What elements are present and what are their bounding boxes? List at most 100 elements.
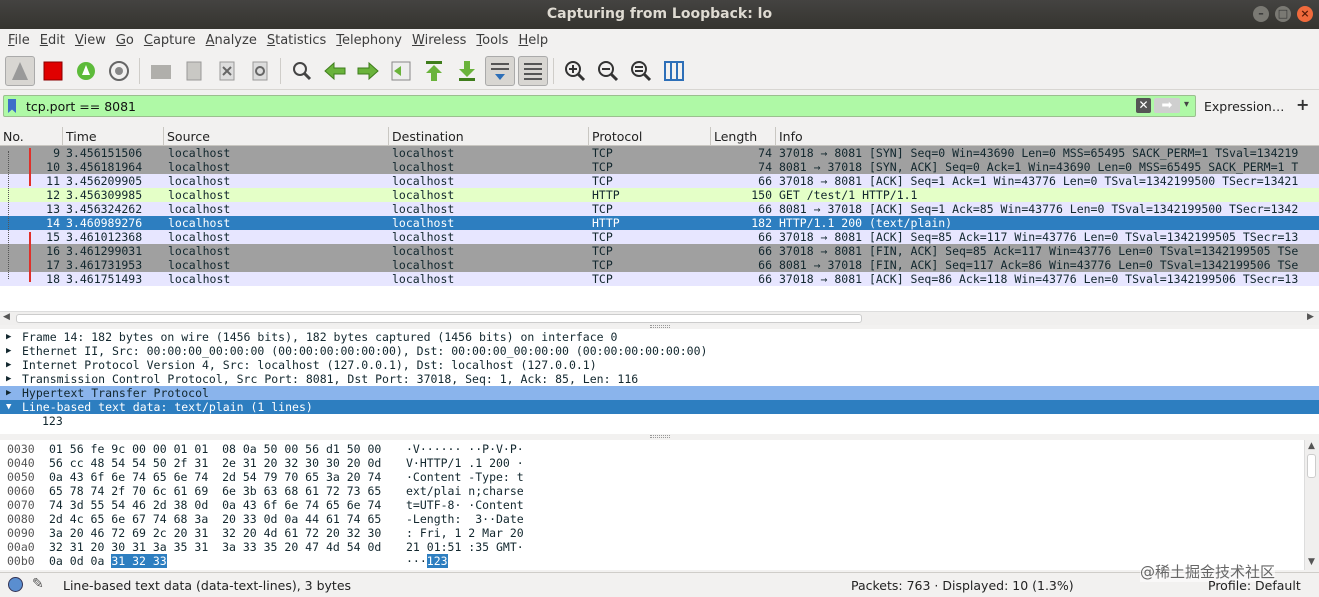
ascii-bytes[interactable]: ext/plai n;charse [406, 484, 524, 498]
detail-tree-item[interactable]: 123 [0, 414, 1319, 428]
expert-info-icon[interactable] [8, 577, 23, 592]
menu-go[interactable]: Go [111, 33, 139, 48]
resize-columns-icon[interactable] [659, 56, 689, 86]
bytes-vscrollbar[interactable]: ▲ ▼ [1304, 440, 1319, 570]
last-packet-icon[interactable] [452, 56, 482, 86]
menu-statistics[interactable]: Statistics [262, 33, 331, 48]
collapsed-arrow-icon[interactable]: ▶ [6, 358, 11, 372]
packet-row[interactable]: 11 3.456209905 localhost localhost TCP 66 3701… [0, 174, 1319, 188]
collapsed-arrow-icon[interactable]: ▶ [6, 372, 11, 386]
ascii-bytes[interactable]: 21 01:51 :35 GMT· [406, 540, 524, 554]
col-divider[interactable] [588, 127, 589, 146]
go-forward-icon[interactable] [353, 56, 383, 86]
hex-bytes[interactable]: 0a 43 6f 6e 74 65 6e 74 2d 54 79 70 65 3… [49, 470, 381, 484]
packet-row[interactable]: 16 3.461299031 localhost localhost TCP 66 3701… [0, 244, 1319, 258]
menu-tools[interactable]: Tools [471, 33, 513, 48]
ascii-bytes[interactable]: ·V······ ··P·V·P· [406, 442, 524, 456]
menu-wireless[interactable]: Wireless [407, 33, 471, 48]
collapsed-arrow-icon[interactable]: ▶ [6, 330, 11, 344]
display-filter-input[interactable]: tcp.port == 8081 ✕ ➡ ▾ [3, 95, 1196, 117]
hex-bytes[interactable]: 0a 0d 0a 31 32 33 [49, 554, 167, 568]
zoom-in-icon[interactable] [560, 56, 590, 86]
go-to-packet-icon[interactable] [386, 56, 416, 86]
ascii-bytes[interactable]: ·Content -Type: t [406, 470, 524, 484]
stop-capture-icon[interactable] [38, 56, 68, 86]
detail-tree-item[interactable]: ▶ Frame 14: 182 bytes on wire (1456 bits)… [0, 330, 1319, 344]
colorize-icon[interactable] [517, 55, 548, 86]
menu-analyze[interactable]: Analyze [201, 33, 262, 48]
detail-tree-item[interactable]: ▶ Internet Protocol Version 4, Src: local… [0, 358, 1319, 372]
autoscroll-icon[interactable] [484, 55, 515, 86]
restart-capture-icon[interactable] [71, 56, 101, 86]
collapsed-arrow-icon[interactable]: ▶ [6, 386, 11, 400]
col-destination[interactable]: Destination [392, 129, 464, 144]
scroll-thumb[interactable] [1307, 454, 1316, 478]
detail-tree-item[interactable]: ▶ Transmission Control Protocol, Src Port… [0, 372, 1319, 386]
col-divider[interactable] [710, 127, 711, 146]
col-length[interactable]: Length [714, 129, 757, 144]
expanded-arrow-icon[interactable]: ▼ [6, 400, 11, 414]
col-protocol[interactable]: Protocol [592, 129, 642, 144]
open-file-icon[interactable] [146, 56, 176, 86]
zoom-normal-icon[interactable] [626, 56, 656, 86]
col-divider[interactable] [388, 127, 389, 146]
hex-bytes[interactable]: 3a 20 46 72 69 2c 20 31 32 20 4d 61 72 2… [49, 526, 381, 540]
capture-comment-icon[interactable]: ✎ [32, 576, 44, 592]
minimize-icon[interactable]: – [1253, 6, 1269, 22]
reload-file-icon[interactable] [245, 56, 275, 86]
col-divider[interactable] [163, 127, 164, 146]
bookmark-icon[interactable] [8, 99, 16, 113]
packet-row[interactable]: 10 3.456181964 localhost localhost TCP 74 8081… [0, 160, 1319, 174]
start-capture-icon[interactable] [4, 55, 35, 86]
menu-edit[interactable]: Edit [35, 33, 70, 48]
detail-tree-item[interactable]: ▼ Line-based text data: text/plain (1 lin… [0, 400, 1319, 414]
hex-bytes[interactable]: 74 3d 55 54 46 2d 38 0d 0a 43 6f 6e 74 6… [49, 498, 381, 512]
packet-row[interactable]: 18 3.461751493 localhost localhost TCP 66 3701… [0, 272, 1319, 286]
find-packet-icon[interactable] [287, 56, 317, 86]
packet-bytes-pane[interactable]: 0030 01 56 fe 9c 00 00 01 01 08 0a 50 00 … [0, 440, 1319, 570]
col-no[interactable]: No. [3, 129, 24, 144]
profile-label[interactable]: Profile: Default [1208, 578, 1301, 593]
col-divider[interactable] [775, 127, 776, 146]
hex-bytes[interactable]: 2d 4c 65 6e 67 74 68 3a 20 33 0d 0a 44 6… [49, 512, 381, 526]
go-back-icon[interactable] [320, 56, 350, 86]
scroll-thumb[interactable] [16, 314, 862, 323]
maximize-icon[interactable]: □ [1275, 6, 1291, 22]
col-time[interactable]: Time [66, 129, 97, 144]
packet-row[interactable]: 12 3.456309985 localhost localhost HTTP 150 GE… [0, 188, 1319, 202]
col-divider[interactable] [62, 127, 63, 146]
first-packet-icon[interactable] [419, 56, 449, 86]
add-filter-button[interactable]: + [1296, 95, 1309, 114]
packet-details-pane[interactable]: ▶ Frame 14: 182 bytes on wire (1456 bits)… [0, 329, 1319, 434]
hex-bytes[interactable]: 01 56 fe 9c 00 00 01 01 08 0a 50 00 56 d… [49, 442, 381, 456]
zoom-out-icon[interactable] [593, 56, 623, 86]
capture-options-icon[interactable] [104, 56, 134, 86]
packet-row[interactable]: 13 3.456324262 localhost localhost TCP 66 8081… [0, 202, 1319, 216]
menu-capture[interactable]: Capture [139, 33, 201, 48]
col-source[interactable]: Source [167, 129, 210, 144]
ascii-bytes[interactable]: -Length: 3··Date [406, 512, 524, 526]
packet-row[interactable]: 15 3.461012368 localhost localhost TCP 66 3701… [0, 230, 1319, 244]
close-file-icon[interactable] [212, 56, 242, 86]
packet-list-hscrollbar[interactable]: ◀ ▶ [0, 311, 1319, 325]
col-info[interactable]: Info [779, 129, 803, 144]
apply-filter-icon[interactable]: ➡ [1154, 98, 1180, 113]
detail-tree-item[interactable]: ▶ Hypertext Transfer Protocol [0, 386, 1319, 400]
packet-row[interactable]: 17 3.461731953 localhost localhost TCP 66 8081… [0, 258, 1319, 272]
ascii-bytes[interactable]: t=UTF-8· ·Content [406, 498, 524, 512]
pane-splitter[interactable] [650, 435, 670, 438]
pane-splitter[interactable] [650, 325, 670, 328]
expression-button[interactable]: Expression… [1204, 99, 1284, 114]
close-icon[interactable]: × [1297, 6, 1313, 22]
menu-file[interactable]: File [3, 33, 35, 48]
ascii-bytes[interactable]: ···123 [406, 554, 448, 568]
packet-row[interactable]: 14 3.460989276 localhost localhost HTTP 182 HT… [0, 216, 1319, 230]
filter-history-icon[interactable]: ▾ [1184, 99, 1189, 110]
clear-filter-icon[interactable]: ✕ [1136, 98, 1151, 113]
ascii-bytes[interactable]: : Fri, 1 2 Mar 20 [406, 526, 524, 540]
menu-view[interactable]: View [70, 33, 111, 48]
hex-bytes[interactable]: 65 78 74 2f 70 6c 61 69 6e 3b 63 68 61 7… [49, 484, 381, 498]
packet-row[interactable]: 9 3.456151506 localhost localhost TCP 74 37018… [0, 146, 1319, 160]
save-file-icon[interactable] [179, 56, 209, 86]
hex-bytes[interactable]: 56 cc 48 54 54 50 2f 31 2e 31 20 32 30 3… [49, 456, 381, 470]
